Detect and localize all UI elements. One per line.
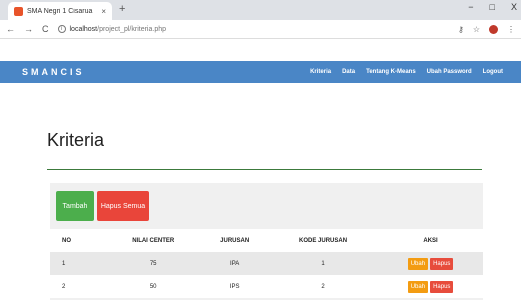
header-nilai-center: NILAI CENTER bbox=[105, 229, 202, 252]
criteria-table: NO NILAI CENTER JURUSAN KODE JURUSAN AKS… bbox=[50, 229, 483, 298]
delete-button[interactable]: Hapus bbox=[430, 280, 454, 293]
browser-tab-bar: SMA Negri 1 Cisarua × + − □ X bbox=[0, 0, 521, 20]
delete-button[interactable]: Hapus bbox=[430, 257, 454, 270]
info-icon[interactable]: i bbox=[57, 25, 66, 33]
nav-menu: Kriteria Data Tentang K-Means Ubah Passw… bbox=[310, 69, 503, 75]
address-actions: ⚷ ☆ ⋮ bbox=[458, 24, 515, 34]
new-tab-button[interactable]: + bbox=[119, 3, 125, 15]
brand-logo[interactable]: SMANCIS bbox=[22, 67, 310, 77]
nav-item-kriteria[interactable]: Kriteria bbox=[310, 69, 331, 75]
nav-item-logout[interactable]: Logout bbox=[483, 69, 503, 75]
more-menu-icon[interactable]: ⋮ bbox=[507, 25, 515, 34]
header-kode-jurusan: KODE JURUSAN bbox=[267, 229, 379, 252]
table-row: 1 75 IPA 1 Ubah Hapus bbox=[50, 252, 483, 275]
profile-avatar[interactable] bbox=[489, 24, 498, 34]
cell-aksi: Ubah Hapus bbox=[378, 275, 483, 298]
cell-kode: 1 bbox=[267, 252, 379, 275]
table-header-row: NO NILAI CENTER JURUSAN KODE JURUSAN AKS… bbox=[50, 229, 483, 252]
app-navbar: SMANCIS Kriteria Data Tentang K-Means Ub… bbox=[0, 61, 521, 83]
forward-arrow-icon[interactable]: → bbox=[24, 24, 33, 34]
key-icon[interactable]: ⚷ bbox=[458, 25, 464, 34]
delete-all-button[interactable]: Hapus Semua bbox=[97, 191, 149, 221]
cell-no: 1 bbox=[50, 252, 105, 275]
browser-tab[interactable]: SMA Negri 1 Cisarua × bbox=[8, 2, 112, 20]
header-jurusan: JURUSAN bbox=[201, 229, 268, 252]
window-controls: − □ X bbox=[468, 2, 517, 12]
cell-jurusan: IPS bbox=[201, 275, 268, 298]
edit-button[interactable]: Ubah bbox=[407, 257, 429, 270]
nav-item-tentang-kmeans[interactable]: Tentang K-Means bbox=[366, 69, 416, 75]
close-window-button[interactable]: X bbox=[511, 2, 517, 12]
header-aksi: AKSI bbox=[378, 229, 483, 252]
reload-icon[interactable]: C bbox=[42, 24, 49, 34]
cell-nilai-center: 50 bbox=[105, 275, 202, 298]
cell-kode: 2 bbox=[267, 275, 379, 298]
table-row: 2 50 IPS 2 Ubah Hapus bbox=[50, 275, 483, 298]
edit-button[interactable]: Ubah bbox=[407, 280, 429, 293]
star-icon[interactable]: ☆ bbox=[473, 25, 480, 34]
url-path: /project_pl/kriteria.php bbox=[97, 25, 167, 33]
nav-item-data[interactable]: Data bbox=[342, 69, 355, 75]
maximize-button[interactable]: □ bbox=[490, 2, 495, 12]
cell-nilai-center: 75 bbox=[105, 252, 202, 275]
url-host: localhost bbox=[69, 25, 98, 33]
add-button[interactable]: Tambah bbox=[56, 191, 94, 221]
cell-jurusan: IPA bbox=[201, 252, 268, 275]
favicon-icon bbox=[14, 6, 23, 16]
cell-aksi: Ubah Hapus bbox=[378, 252, 483, 275]
nav-item-ubah-password[interactable]: Ubah Password bbox=[427, 69, 472, 75]
cell-no: 2 bbox=[50, 275, 105, 298]
page-title: Kriteria bbox=[47, 130, 105, 150]
title-divider bbox=[47, 169, 482, 170]
header-no: NO bbox=[50, 229, 105, 252]
minimize-button[interactable]: − bbox=[468, 2, 473, 12]
tab-close-icon[interactable]: × bbox=[101, 7, 106, 16]
address-bar: ← → C i localhost/project_pl/kriteria.ph… bbox=[0, 20, 521, 39]
criteria-panel: Tambah Hapus Semua NO NILAI CENTER JURUS… bbox=[50, 183, 483, 300]
back-arrow-icon[interactable]: ← bbox=[6, 24, 15, 34]
tab-title: SMA Negri 1 Cisarua bbox=[27, 7, 93, 15]
url-field[interactable]: localhost/project_pl/kriteria.php bbox=[70, 26, 458, 33]
